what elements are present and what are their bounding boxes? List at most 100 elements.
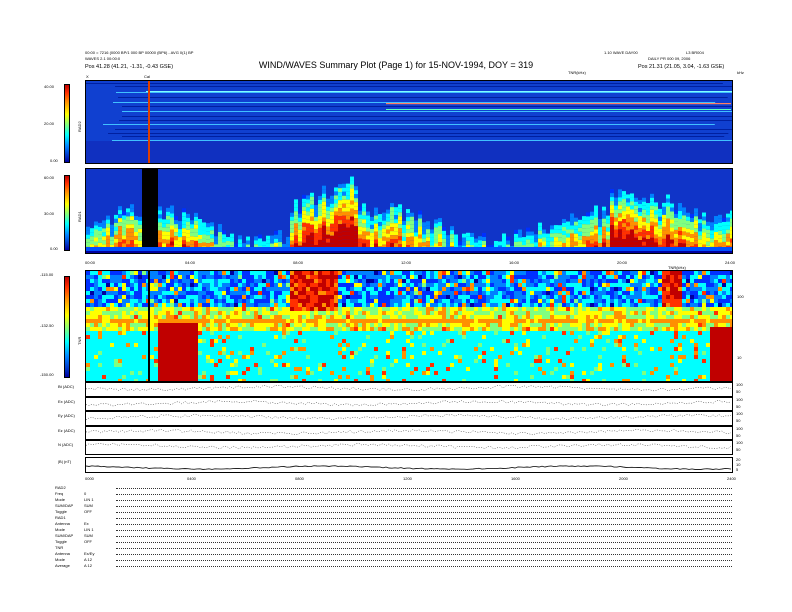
- heatmap-cell: [202, 351, 206, 355]
- heatmap-cell: [110, 271, 114, 275]
- heatmap-cell: [394, 227, 398, 232]
- heatmap-cell: [574, 319, 578, 323]
- heatmap-cell: [414, 275, 418, 279]
- heatmap-cell: [518, 331, 522, 335]
- heatmap-cell: [170, 275, 174, 279]
- heatmap-cell: [410, 295, 414, 299]
- heatmap-cell: [186, 351, 190, 355]
- heatmap-cell: [354, 311, 358, 315]
- heatmap-cell: [206, 347, 210, 351]
- heatmap-cell: [94, 347, 98, 351]
- heatmap-cell: [566, 241, 570, 246]
- heatmap-cell: [382, 307, 386, 311]
- heatmap-cell: [346, 187, 350, 192]
- heatmap-cell: [166, 287, 170, 291]
- heatmap-cell: [298, 221, 302, 226]
- heatmap-cell: [362, 291, 366, 295]
- heatmap-cell: [226, 315, 230, 319]
- heatmap-cell: [402, 363, 406, 367]
- heatmap-cell: [550, 343, 554, 347]
- heatmap-cell: [266, 239, 270, 244]
- heatmap-cell: [718, 226, 722, 231]
- heatmap-cell: [334, 279, 338, 283]
- heatmap-cell: [98, 355, 102, 359]
- heatmap-cell: [202, 339, 206, 343]
- heatmap-cell: [282, 375, 286, 379]
- heatmap-cell: [402, 283, 406, 287]
- heatmap-cell: [382, 371, 386, 375]
- heatmap-cell: [170, 295, 174, 299]
- heatmap-cell: [190, 371, 194, 375]
- heatmap-cell: [318, 367, 322, 371]
- heatmap-cell: [350, 287, 354, 291]
- heatmap-cell: [290, 299, 294, 303]
- heatmap-cell: [306, 243, 310, 248]
- heatmap-cell: [450, 315, 454, 319]
- heatmap-cell: [318, 195, 322, 200]
- heatmap-cell: [270, 299, 274, 303]
- heatmap-cell: [130, 208, 134, 213]
- heatmap-cell: [514, 347, 518, 351]
- heatmap-cell: [318, 375, 322, 379]
- heatmap-cell: [174, 351, 178, 355]
- heatmap-cell: [390, 275, 394, 279]
- heatmap-cell: [226, 343, 230, 347]
- heatmap-cell: [534, 343, 538, 347]
- heatmap-cell: [442, 303, 446, 307]
- heatmap-cell: [294, 223, 298, 228]
- heatmap-cell: [294, 339, 298, 343]
- heatmap-cell: [254, 323, 258, 327]
- heatmap-cell: [126, 216, 130, 221]
- heatmap-cell: [266, 323, 270, 327]
- heatmap-cell: [198, 315, 202, 319]
- heatmap-cell: [594, 303, 598, 307]
- heatmap-cell: [166, 343, 170, 347]
- heatmap-cell: [174, 335, 178, 339]
- heatmap-cell: [398, 347, 402, 351]
- heatmap-cell: [250, 275, 254, 279]
- heatmap-cell: [394, 339, 398, 343]
- heatmap-cell: [314, 367, 318, 371]
- heatmap-cell: [534, 279, 538, 283]
- heatmap-cell: [290, 363, 294, 367]
- heatmap-cell: [322, 371, 326, 375]
- heatmap-cell: [578, 239, 582, 244]
- heatmap-cell: [286, 363, 290, 367]
- heatmap-cell: [582, 351, 586, 355]
- heatmap-cell: [310, 303, 314, 307]
- heatmap-cell: [258, 311, 262, 315]
- heatmap-cell: [578, 299, 582, 303]
- heatmap-cell: [90, 359, 94, 363]
- heatmap-cell: [506, 295, 510, 299]
- heatmap-cell: [574, 323, 578, 327]
- heatmap-cell: [290, 339, 294, 343]
- heatmap-cell: [446, 327, 450, 331]
- heatmap-cell: [566, 279, 570, 283]
- heatmap-cell: [494, 240, 498, 245]
- heatmap-cell: [354, 327, 358, 331]
- heatmap-cell: [218, 375, 222, 379]
- heatmap-cell: [526, 271, 530, 275]
- heatmap-cell: [582, 287, 586, 291]
- heatmap-cell: [246, 359, 250, 363]
- heatmap-cell: [338, 323, 342, 327]
- heatmap-cell: [250, 335, 254, 339]
- heatmap-cell: [670, 211, 674, 216]
- heatmap-cell: [162, 343, 166, 347]
- heatmap-cell: [450, 275, 454, 279]
- heatmap-cell: [438, 343, 442, 347]
- heatmap-cell: [418, 218, 422, 223]
- heatmap-cell: [346, 315, 350, 319]
- heatmap-cell: [438, 319, 442, 323]
- heatmap-cell: [466, 359, 470, 363]
- heatmap-cell: [582, 323, 586, 327]
- heatmap-cell: [522, 335, 526, 339]
- heatmap-cell: [458, 287, 462, 291]
- heatmap-cell: [350, 275, 354, 279]
- heatmap-cell: [322, 335, 326, 339]
- heatmap-cell: [434, 355, 438, 359]
- heatmap-cell: [170, 359, 174, 363]
- heatmap-cell: [178, 241, 182, 246]
- rad2-cbar-tick-0: 40.00: [44, 84, 55, 89]
- heatmap-cell: [522, 371, 526, 375]
